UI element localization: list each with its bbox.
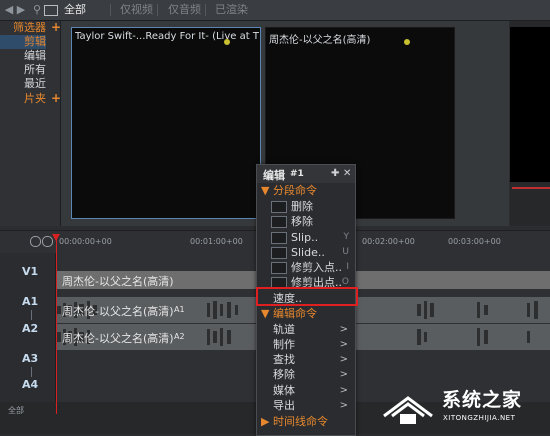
menu-section-edit[interactable]: ▼ 编辑命令 — [261, 306, 317, 321]
menu-item-slide[interactable]: Slide.. U — [259, 245, 353, 260]
menu-item-label: Slide.. — [291, 246, 325, 259]
menu-item-label: 导出 — [273, 399, 295, 412]
ruler-time: 00:03:00+00 — [448, 237, 501, 246]
audio-clip-label: 周杰伦-以父之名(高清) — [62, 332, 174, 345]
slide-icon — [271, 247, 287, 259]
track-label-a3[interactable]: A3 — [22, 352, 38, 365]
all-tracks-button[interactable]: 全部 — [8, 405, 24, 416]
clip-title: 周杰伦-以父之名(高清) — [269, 35, 371, 46]
tab-audio-only[interactable]: 仅音频 — [162, 2, 207, 18]
search-icon[interactable]: ⚲ — [30, 3, 44, 17]
watermark-text: 系统之家 — [442, 389, 523, 411]
menu-item-label: 查找 — [273, 353, 295, 366]
menu-title: 编辑 — [263, 169, 285, 182]
menu-item-label: 制作 — [273, 338, 295, 351]
menu-section-timeline[interactable]: ▶ 时间线命令 — [261, 414, 328, 429]
filters-heading: 筛选器 — [13, 21, 46, 34]
shortcut-key: I — [346, 262, 349, 272]
logo-icon — [404, 39, 410, 45]
menu-item-slip[interactable]: Slip.. Y — [259, 230, 353, 245]
zoom-in-icon[interactable] — [30, 236, 41, 247]
audio-clip-label: 周杰伦-以父之名(高清) — [62, 305, 174, 318]
delete-icon — [271, 201, 287, 213]
watermark-url: XITONGZHIJIA.NET — [443, 414, 516, 422]
close-icon[interactable]: ✕ — [343, 168, 351, 179]
tab-divider — [110, 4, 111, 16]
storyboard-icon[interactable] — [44, 5, 58, 16]
playhead-handle[interactable] — [52, 234, 60, 241]
menu-item-label: 删除 — [291, 200, 313, 213]
ruler-time: 00:02:00+00 — [362, 237, 415, 246]
menu-item-label: 媒体 — [273, 384, 295, 397]
sidebar-item-recent[interactable]: 最近 — [0, 77, 46, 91]
add-folder-icon[interactable]: + — [51, 91, 61, 105]
sidebar-item-all[interactable]: 所有 — [0, 63, 46, 77]
menu-item-label: Slip.. — [291, 231, 319, 244]
menu-item-export[interactable]: 导出 > — [259, 398, 353, 413]
logo-icon — [224, 39, 230, 45]
slip-icon — [271, 232, 287, 244]
tab-video-only[interactable]: 仅视频 — [114, 2, 159, 18]
section-label: 编辑命令 — [272, 307, 317, 320]
pin-icon[interactable]: ✚ — [331, 168, 339, 179]
track-label-a1[interactable]: A1 — [22, 295, 38, 308]
menu-item-label: 修剪入点.. — [291, 261, 342, 274]
sidebar-item-clips[interactable]: 剪辑 — [0, 35, 46, 49]
playhead[interactable] — [56, 236, 57, 414]
track-link-line — [31, 310, 32, 320]
add-filter-icon[interactable]: + — [51, 20, 61, 34]
ruler-time: 00:00:00+00 — [59, 237, 112, 246]
chevron-right-icon: > — [339, 354, 348, 365]
remove-icon — [271, 216, 287, 228]
menu-section-segment[interactable]: ▼ 分段命令 — [261, 183, 317, 198]
tab-rendered[interactable]: 已渲染 — [209, 2, 254, 18]
chevron-right-icon: > — [339, 400, 348, 411]
menu-item-track[interactable]: 轨道 > — [259, 322, 353, 337]
track-label-a2[interactable]: A2 — [22, 322, 38, 335]
clip-title: Taylor Swift-...Ready For It- (Live at T… — [75, 31, 259, 42]
shortcut-key: Y — [343, 232, 350, 242]
speed-highlight-box — [256, 287, 358, 306]
trim-in-icon — [271, 262, 287, 274]
watermark-logo — [383, 396, 433, 424]
menu-item-label: 移除 — [273, 368, 295, 381]
forward-arrow-icon[interactable]: ▶ — [14, 3, 28, 17]
track-label-v1[interactable]: V1 — [22, 265, 38, 278]
sidebar-item-edits[interactable]: 编辑 — [0, 49, 46, 63]
chevron-right-icon: > — [339, 339, 348, 350]
menu-item-trim-in[interactable]: 修剪入点.. I — [259, 260, 353, 275]
menu-item-make[interactable]: 制作 > — [259, 337, 353, 352]
ruler-time: 00:01:00+00 — [190, 237, 243, 246]
track-label-a4[interactable]: A4 — [22, 378, 38, 391]
track-link-line — [31, 367, 32, 377]
menu-title-id: #1 — [290, 169, 304, 179]
menu-item-label: 移除 — [291, 215, 313, 228]
video-clip-label: 周杰伦-以父之名(高清) — [62, 275, 174, 288]
tab-all[interactable]: 全部 — [58, 2, 92, 18]
menu-item-remove-sub[interactable]: 移除 > — [259, 367, 353, 382]
bin-clip-taylor-swift[interactable]: Taylor Swift-...Ready For It- (Live at T… — [71, 27, 261, 219]
preview-screen — [510, 27, 550, 182]
folders-heading: 片夹 — [24, 92, 46, 105]
audio-channel-tag: A2 — [174, 332, 185, 341]
section-label: 分段命令 — [272, 184, 317, 197]
tab-divider — [205, 4, 206, 16]
preview-progress — [512, 187, 550, 189]
menu-item-find[interactable]: 查找 > — [259, 352, 353, 367]
chevron-right-icon: > — [339, 369, 348, 380]
tab-divider — [157, 4, 158, 16]
menu-item-label: 轨道 — [273, 323, 295, 336]
shortcut-key: U — [342, 247, 349, 257]
chevron-right-icon: > — [339, 385, 348, 396]
chevron-right-icon: > — [339, 324, 348, 335]
menu-item-delete[interactable]: 删除 — [259, 199, 353, 214]
menu-item-remove[interactable]: 移除 — [259, 214, 353, 229]
menu-item-media[interactable]: 媒体 > — [259, 383, 353, 398]
section-label: 时间线命令 — [272, 415, 328, 428]
audio-channel-tag: A1 — [174, 305, 185, 314]
